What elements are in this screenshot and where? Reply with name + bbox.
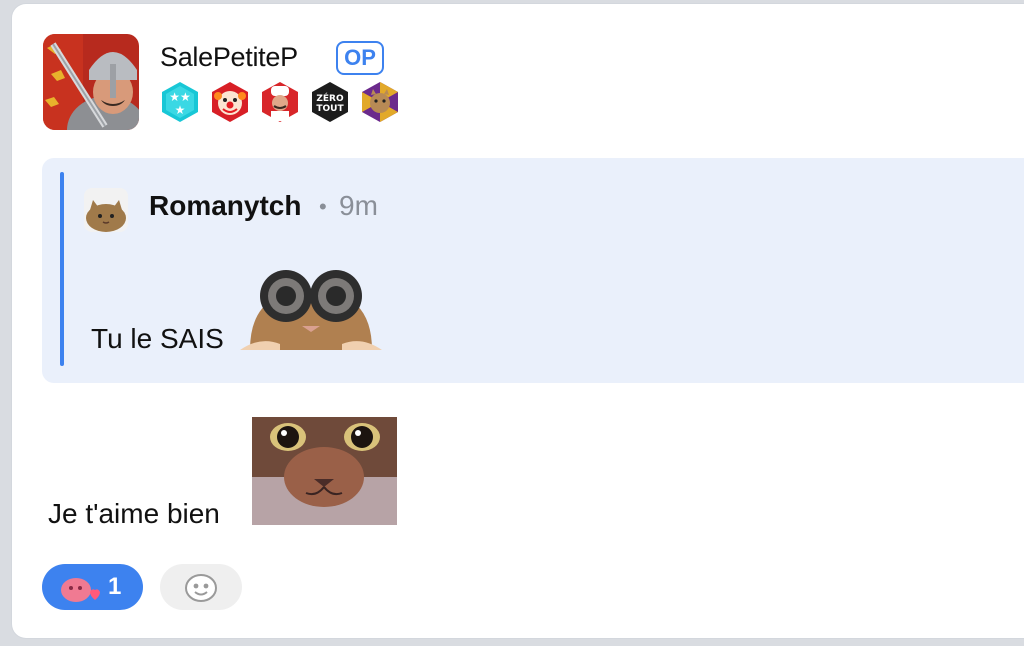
reaction-button[interactable]: 1 [42, 564, 143, 610]
quote-bar [60, 172, 64, 366]
message-text: Je t'aime bien [48, 498, 220, 529]
quoted-text: Tu le SAIS [91, 323, 224, 354]
svg-text:★★: ★★ [169, 90, 191, 104]
cat-closeup-sticker [252, 417, 397, 525]
cat-spiral-badge-icon[interactable] [359, 81, 401, 123]
quoted-message[interactable]: Romanytch • 9m Tu le SAIS [42, 158, 1024, 383]
author-avatar[interactable] [43, 34, 139, 130]
svg-text:★: ★ [175, 103, 186, 117]
quoted-timestamp: 9m [339, 190, 378, 221]
op-badge: OP [336, 41, 384, 75]
add-reaction-smiley-icon [185, 574, 217, 602]
zero-tout-text-2: TOUT [316, 104, 344, 114]
chef-badge-icon[interactable] [259, 81, 301, 123]
quoted-author-avatar[interactable] [84, 188, 128, 232]
stars-badge-icon[interactable]: ★★ ★ [159, 81, 201, 123]
cat-goggles-sticker [240, 266, 382, 350]
blob-heart-icon [61, 578, 100, 602]
clown-badge-icon[interactable] [209, 81, 251, 123]
separator-dot: • [319, 194, 327, 219]
quoted-author-name[interactable]: Romanytch [149, 190, 301, 222]
post-card: SalePetiteP OP ★★ ★ ZÉRO TOUT Romanytch … [12, 4, 1024, 638]
reaction-count: 1 [108, 573, 122, 600]
author-name[interactable]: SalePetiteP [160, 42, 298, 73]
add-reaction-button[interactable] [160, 564, 242, 610]
zero-tout-badge-icon[interactable]: ZÉRO TOUT [309, 81, 351, 123]
zero-tout-text-1: ZÉRO [316, 92, 344, 104]
